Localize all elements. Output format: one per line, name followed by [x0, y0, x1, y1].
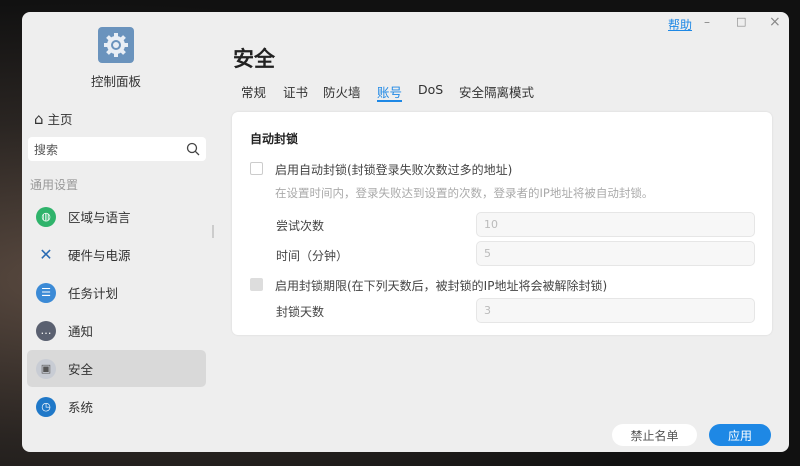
chat-icon: …: [36, 320, 56, 341]
sidebar-item-label: 系统: [68, 400, 94, 415]
active-tab-underline: [377, 100, 402, 102]
tab-dos[interactable]: DoS: [418, 82, 443, 97]
search-placeholder: 搜索: [34, 142, 59, 157]
sidebar-item-task-schedule[interactable]: ☰ 任务计划: [27, 274, 206, 311]
sidebar: 控制面板 ⌂ 主页 搜索 通用设置 ◍ 区域与语言 ✕ 硬件与电源 ☰ 任务计划 … 通…: [22, 12, 215, 452]
sidebar-item-security[interactable]: ▣ 安全: [27, 350, 206, 387]
attempts-input[interactable]: 10: [476, 212, 755, 237]
enable-auto-block-label: 启用自动封锁(封锁登录失败次数过多的地址): [275, 163, 513, 177]
sidebar-item-label: 安全: [68, 362, 94, 377]
tab-isolation-mode[interactable]: 安全隔离模式: [459, 82, 534, 101]
system-icon: ◷: [36, 396, 56, 417]
maximize-button[interactable]: □: [736, 15, 746, 28]
sidebar-item-region-language[interactable]: ◍ 区域与语言: [27, 198, 206, 235]
sidebar-item-hardware-power[interactable]: ✕ 硬件与电源: [27, 236, 206, 273]
control-panel-gear-icon: [98, 27, 134, 63]
home-label: 主页: [47, 112, 73, 127]
page-title: 安全: [233, 47, 275, 71]
tools-icon: ✕: [39, 245, 53, 264]
attempts-label: 尝试次数: [276, 219, 325, 233]
close-button[interactable]: ×: [769, 14, 781, 30]
block-days-input[interactable]: 3: [476, 298, 755, 323]
minimize-button[interactable]: –: [704, 15, 710, 29]
blocklist-button[interactable]: 禁止名单: [612, 424, 697, 446]
sidebar-item-system[interactable]: ◷ 系统: [27, 388, 206, 425]
block-days-label: 封锁天数: [276, 305, 325, 319]
home-link[interactable]: ⌂ 主页: [34, 109, 73, 128]
sidebar-item-label: 区域与语言: [68, 210, 131, 225]
sidebar-item-label: 通知: [68, 324, 94, 339]
tab-general[interactable]: 常规: [241, 82, 266, 101]
search-icon[interactable]: [186, 142, 200, 156]
search-input[interactable]: 搜索: [28, 137, 206, 161]
enable-expiry-checkbox[interactable]: [250, 278, 263, 291]
lock-icon: ▣: [36, 358, 56, 379]
home-icon: ⌂: [34, 109, 44, 128]
app-title: 控制面板: [90, 74, 141, 89]
tab-certificate[interactable]: 证书: [283, 82, 308, 101]
section-general-settings: 通用设置: [30, 178, 79, 192]
sidebar-item-label: 硬件与电源: [68, 248, 131, 263]
sidebar-scrollbar[interactable]: [212, 225, 214, 238]
auto-block-card: 自动封锁 启用自动封锁(封锁登录失败次数过多的地址) 在设置时间内，登录失败达到…: [232, 112, 772, 335]
sidebar-item-label: 任务计划: [68, 286, 119, 301]
tab-account[interactable]: 账号: [377, 82, 402, 101]
auto-block-description: 在设置时间内，登录失败达到设置的次数，登录者的IP地址将被自动封锁。: [275, 186, 654, 200]
enable-auto-block-checkbox[interactable]: [250, 162, 263, 175]
task-icon: ☰: [36, 282, 56, 303]
globe-icon: ◍: [36, 206, 56, 227]
section-title: 自动封锁: [250, 132, 299, 146]
tab-firewall[interactable]: 防火墙: [323, 82, 361, 101]
time-label: 时间（分钟）: [276, 249, 349, 263]
help-link[interactable]: 帮助: [668, 16, 692, 33]
apply-button[interactable]: 应用: [709, 424, 771, 446]
time-input[interactable]: 5: [476, 241, 755, 266]
control-panel-window: 控制面板 ⌂ 主页 搜索 通用设置 ◍ 区域与语言 ✕ 硬件与电源 ☰ 任务计划 … 通…: [22, 12, 789, 452]
enable-expiry-label: 启用封锁期限(在下列天数后，被封锁的IP地址将会被解除封锁): [275, 279, 608, 293]
sidebar-item-notification[interactable]: … 通知: [27, 312, 206, 349]
